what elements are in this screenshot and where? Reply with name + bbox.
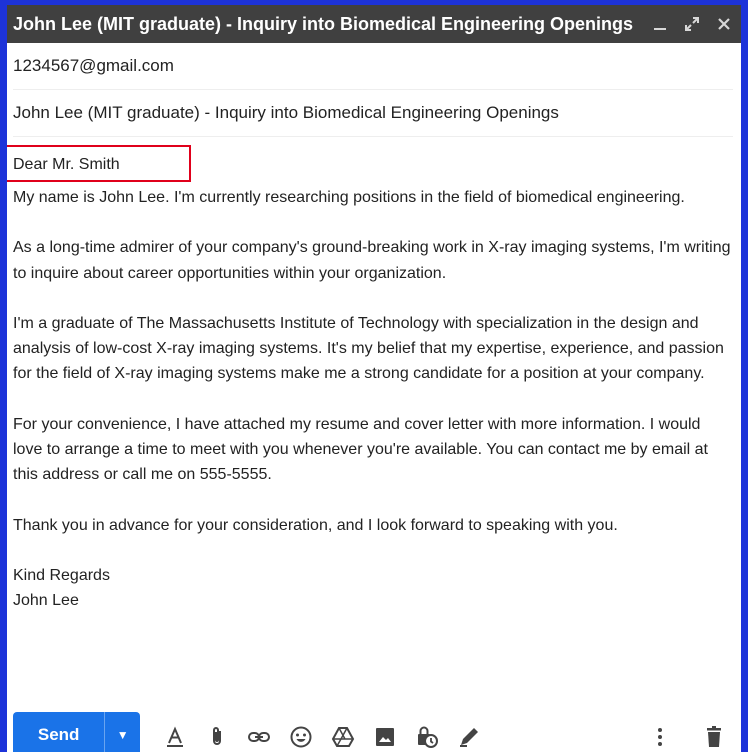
- paragraph: My name is John Lee. I'm currently resea…: [13, 189, 685, 206]
- confidential-lock-icon[interactable]: [406, 719, 448, 752]
- signature: John Lee: [13, 592, 79, 610]
- attach-icon[interactable]: [196, 719, 238, 752]
- link-icon[interactable]: [238, 719, 280, 752]
- closing: Kind Regards: [13, 566, 110, 584]
- minimize-icon[interactable]: [651, 15, 669, 33]
- greeting-text: Dear Mr. Smith: [13, 156, 120, 173]
- send-button[interactable]: Send ▼: [13, 712, 140, 752]
- trash-icon[interactable]: [693, 719, 735, 752]
- compose-titlebar[interactable]: John Lee (MIT graduate) - Inquiry into B…: [7, 5, 741, 43]
- close-icon[interactable]: [715, 15, 733, 33]
- greeting-line: Dear Mr. Smith: [7, 137, 741, 185]
- paragraph: I'm a graduate of The Massachusetts Inst…: [13, 314, 724, 383]
- format-text-icon[interactable]: [154, 719, 196, 752]
- emoji-icon[interactable]: [280, 719, 322, 752]
- more-options-icon[interactable]: [639, 719, 681, 752]
- compose-toolbar: Send ▼: [13, 710, 735, 752]
- send-options-icon[interactable]: ▼: [104, 712, 140, 752]
- body-text: My name is John Lee. I'm currently resea…: [7, 185, 741, 614]
- subject-text: John Lee (MIT graduate) - Inquiry into B…: [13, 103, 559, 122]
- paragraph: As a long-time admirer of your company's…: [13, 239, 731, 282]
- message-body[interactable]: Dear Mr. Smith My name is John Lee. I'm …: [7, 137, 741, 614]
- paragraph: Thank you in advance for your considerat…: [13, 516, 618, 534]
- formatting-tools: [154, 719, 490, 752]
- fullscreen-icon[interactable]: [683, 15, 701, 33]
- window-title: John Lee (MIT graduate) - Inquiry into B…: [13, 13, 634, 34]
- secondary-tools: [639, 719, 735, 752]
- to-field[interactable]: 1234567@gmail.com: [13, 43, 733, 90]
- to-recipient: 1234567@gmail.com: [13, 56, 174, 75]
- subject-field[interactable]: John Lee (MIT graduate) - Inquiry into B…: [13, 90, 733, 137]
- window-controls: [651, 15, 733, 33]
- send-label: Send: [37, 725, 80, 744]
- paragraph: For your convenience, I have attached my…: [13, 415, 708, 484]
- signature-pen-icon[interactable]: [448, 719, 490, 752]
- compose-window: John Lee (MIT graduate) - Inquiry into B…: [7, 5, 741, 752]
- drive-icon[interactable]: [322, 719, 364, 752]
- photo-icon[interactable]: [364, 719, 406, 752]
